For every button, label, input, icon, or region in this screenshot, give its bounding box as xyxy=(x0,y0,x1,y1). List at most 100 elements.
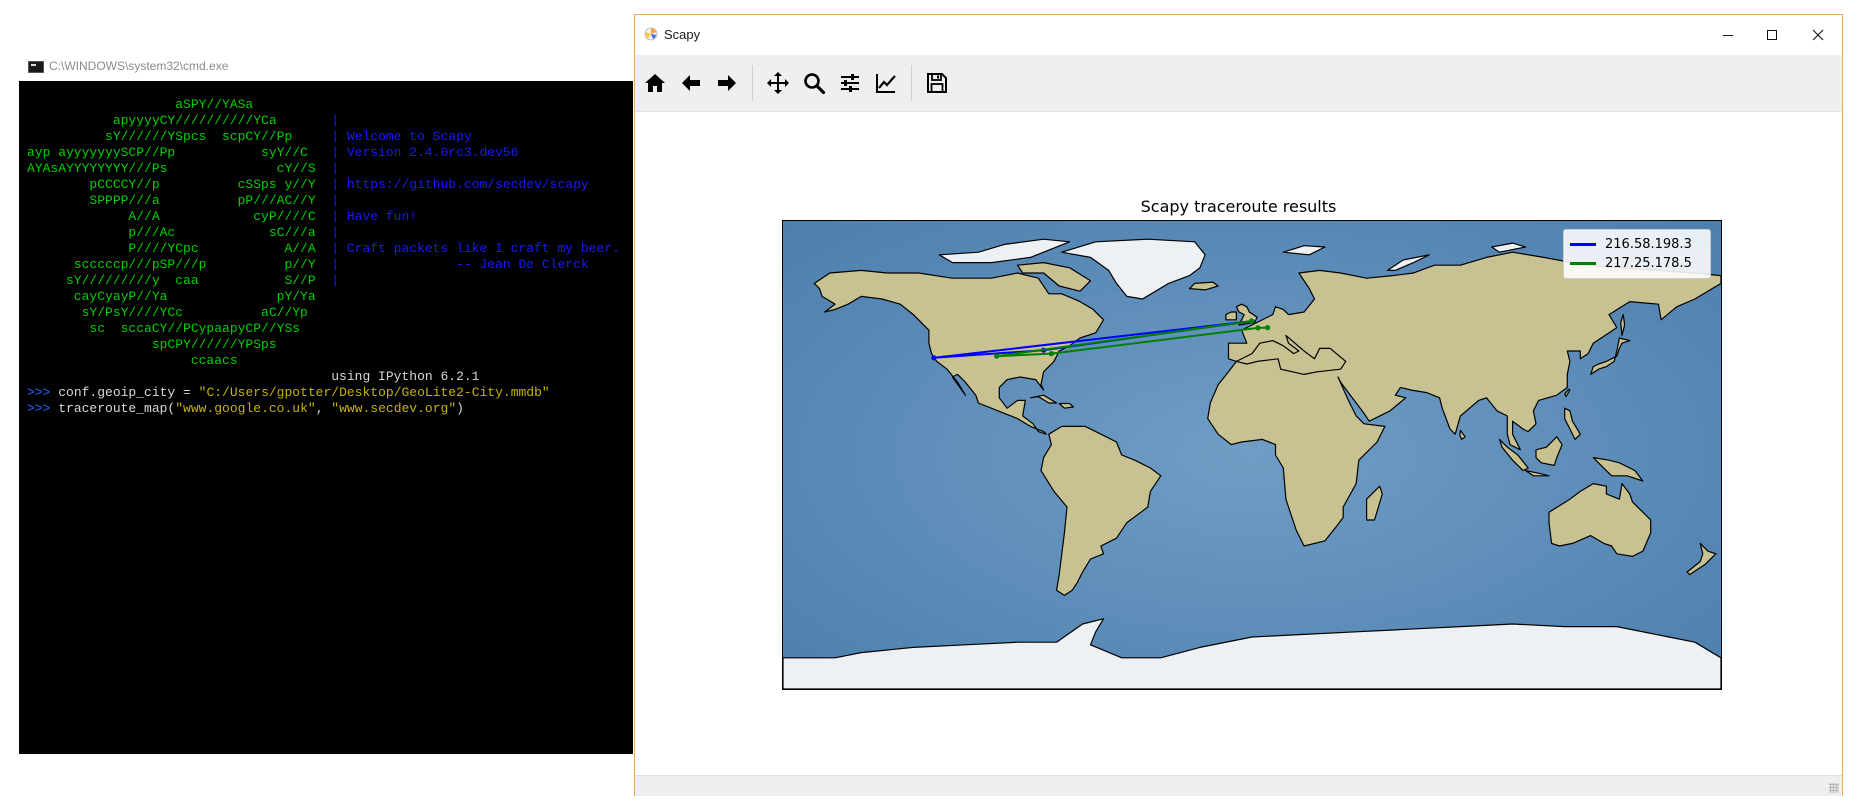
scapy-titlebar[interactable]: Scapy xyxy=(635,15,1842,55)
console-line: A//A cyP////C | Have fun! xyxy=(27,209,620,225)
desktop: C:\WINDOWS\system32\cmd.exe aSPY//YASa a… xyxy=(0,0,1860,810)
close-icon xyxy=(1812,29,1824,41)
console-text: "www.secdev.org" xyxy=(331,401,457,416)
map-axes[interactable]: 216.58.198.3 217.25.178.5 xyxy=(782,220,1722,690)
legend-swatch-blue xyxy=(1570,242,1596,246)
console-text: | -- Jean De Clerck xyxy=(331,257,589,272)
console-text: "C:/Users/gpotter/Desktop/GeoLite2-City.… xyxy=(198,385,550,400)
zoom-icon xyxy=(804,73,826,95)
legend-item: 217.25.178.5 xyxy=(1570,253,1692,273)
resize-grip[interactable] xyxy=(1829,783,1839,793)
console-prompt: >>> xyxy=(27,401,59,416)
edit-axis-icon xyxy=(876,74,896,93)
console-text: ccaacs xyxy=(27,353,238,368)
cmd-titlebar[interactable]: C:\WINDOWS\system32\cmd.exe xyxy=(19,52,633,80)
console-line: AYAsAYYYYYYYY///Ps cY//S | xyxy=(27,161,620,177)
console-text: AYAsAYYYYYYYY///Ps cY//S xyxy=(27,161,332,176)
console-text: apyyyyCY//////////YCa xyxy=(27,113,332,128)
console-text: spCPY//////YPSps xyxy=(27,337,277,352)
pan-button[interactable] xyxy=(763,68,793,98)
console-text: ayp ayyyyyyySCP//Pp syY//C xyxy=(27,145,332,160)
pan-icon xyxy=(767,72,789,94)
world-map xyxy=(783,221,1721,689)
console-line: sY/////////y caa S//P | xyxy=(27,273,620,289)
forward-arrow-icon xyxy=(718,75,736,91)
console-line: pCCCCY//p cSSps y//Y | https://github.co… xyxy=(27,177,620,193)
scapy-window-title: Scapy xyxy=(664,27,701,42)
console-text: traceroute_map( xyxy=(58,401,176,416)
console-text: sc sccaCY//PCypaapyCP//YSs xyxy=(27,321,301,336)
console-text: | Welcome to Scapy xyxy=(331,129,472,144)
console-text: , xyxy=(315,401,332,416)
console-icon xyxy=(28,61,44,73)
back-button[interactable] xyxy=(676,68,706,98)
console-text: | xyxy=(331,273,340,288)
console-line: apyyyyCY//////////YCa | xyxy=(27,113,620,129)
console-text: | Have fun! xyxy=(331,209,418,224)
route-hop-point xyxy=(1249,318,1255,324)
plot-toolbar xyxy=(635,55,1842,112)
home-icon xyxy=(645,74,665,92)
console-text: | xyxy=(331,193,340,208)
console-text: aSPY//YASa xyxy=(27,97,254,112)
console-text: A//A cyP////C xyxy=(27,209,332,224)
home-button[interactable] xyxy=(640,68,670,98)
console-text: P////YCpc A//A xyxy=(27,241,332,256)
console-output[interactable]: aSPY//YASa apyyyyCY//////////YCa | sY///… xyxy=(19,81,633,754)
console-text: sY/PsY////YCc aC//Yp xyxy=(27,305,308,320)
save-icon xyxy=(927,73,947,93)
subplots-config-icon xyxy=(841,74,859,92)
console-text: p///Ac sC///a xyxy=(27,225,332,240)
console-text: | xyxy=(331,161,340,176)
legend-label: 217.25.178.5 xyxy=(1605,255,1692,271)
console-text: pCCCCY//p cSSps y//Y xyxy=(27,177,332,192)
edit-axis-button[interactable] xyxy=(871,68,901,98)
status-bar xyxy=(635,775,1842,796)
back-arrow-icon xyxy=(682,75,700,91)
route-hop-point xyxy=(994,353,1000,359)
console-line: SPPPP///a pP///AC//Y | xyxy=(27,193,620,209)
toolbar-separator xyxy=(911,65,912,101)
minimize-icon xyxy=(1723,35,1733,36)
console-text: cayCyayP//Ya pY/Ya xyxy=(27,289,316,304)
console-line: spCPY//////YPSps xyxy=(27,337,620,353)
console-text: | https://github.com/secdev/scapy xyxy=(331,177,589,192)
console-text: using IPython 6.2.1 xyxy=(27,369,480,384)
console-line: sY//////YSpcs scpCY//Pp | Welcome to Sca… xyxy=(27,129,620,145)
console-text: | Version 2.4.0rc3.dev56 xyxy=(331,145,519,160)
maximize-button[interactable] xyxy=(1749,15,1795,55)
console-text: sY//////YSpcs scpCY//Pp xyxy=(27,129,332,144)
zoom-button[interactable] xyxy=(799,68,829,98)
scapy-window[interactable]: Scapy Scapy traceroute results 216.58.19… xyxy=(634,14,1843,796)
console-line: sc sccaCY//PCypaapyCP//YSs xyxy=(27,321,620,337)
console-text: ) xyxy=(456,401,464,416)
console-text: | xyxy=(331,225,340,240)
cmd-window-title: C:\WINDOWS\system32\cmd.exe xyxy=(49,59,229,73)
matplotlib-icon xyxy=(644,27,658,41)
legend-item: 216.58.198.3 xyxy=(1570,234,1692,254)
route-hop-point xyxy=(1265,325,1271,331)
plot-canvas[interactable]: Scapy traceroute results 216.58.198.3 21… xyxy=(635,112,1842,774)
configure-subplots-button[interactable] xyxy=(835,68,865,98)
console-line: ayp ayyyyyyySCP//Pp syY//C | Version 2.4… xyxy=(27,145,620,161)
console-line: >>> traceroute_map("www.google.co.uk", "… xyxy=(27,401,620,417)
console-line: aSPY//YASa xyxy=(27,97,620,113)
cmd-window[interactable]: C:\WINDOWS\system32\cmd.exe aSPY//YASa a… xyxy=(19,52,633,754)
save-button[interactable] xyxy=(922,68,952,98)
console-text: SPPPP///a pP///AC//Y xyxy=(27,193,332,208)
console-prompt: >>> xyxy=(27,385,59,400)
maximize-icon xyxy=(1767,30,1777,40)
console-line: sY/PsY////YCc aC//Yp xyxy=(27,305,620,321)
console-line: scccccp///pSP///p p//Y | -- Jean De Cler… xyxy=(27,257,620,273)
route-hop-point xyxy=(1255,325,1261,331)
close-button[interactable] xyxy=(1795,15,1841,55)
legend: 216.58.198.3 217.25.178.5 xyxy=(1563,229,1711,279)
forward-button[interactable] xyxy=(712,68,742,98)
console-line: cayCyayP//Ya pY/Ya xyxy=(27,289,620,305)
console-text: conf.geoip_city = xyxy=(58,385,199,400)
console-text: | Craft packets like I craft my beer. xyxy=(331,241,620,256)
console-text: sY/////////y caa S//P xyxy=(27,273,332,288)
landmass-ireland xyxy=(1225,311,1237,321)
minimize-button[interactable] xyxy=(1705,15,1751,55)
route-hop-point xyxy=(1048,351,1054,357)
